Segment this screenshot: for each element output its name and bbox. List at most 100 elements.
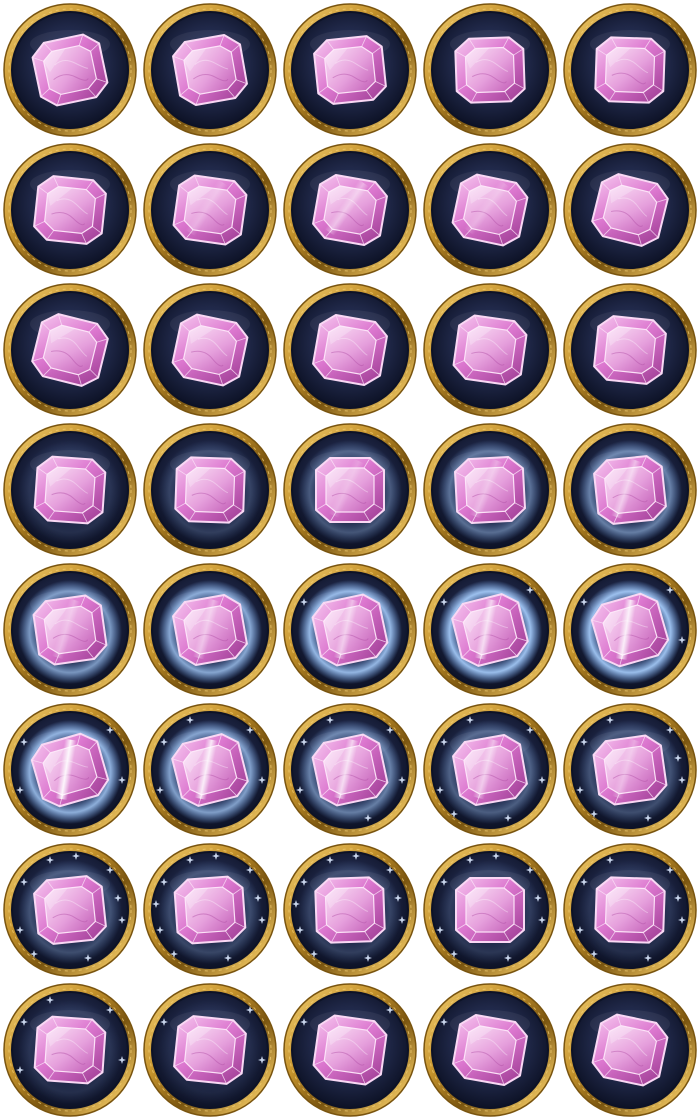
gem-badge-icon (3, 563, 137, 697)
gem-frame (0, 560, 140, 700)
gem-frame (420, 140, 560, 280)
gem-frame (0, 0, 140, 140)
gem-frame (0, 280, 140, 420)
gem-frame (420, 980, 560, 1120)
gem-frame (280, 980, 420, 1120)
gem-frame (560, 0, 700, 140)
gem-badge-icon (3, 843, 137, 977)
gem-frame (140, 980, 280, 1120)
gem-frame (560, 980, 700, 1120)
gem-badge-icon (143, 563, 277, 697)
pink-gem-icon (452, 734, 528, 806)
pink-gem-icon (454, 36, 526, 104)
gem-badge-icon (563, 563, 697, 697)
pink-gem-icon (453, 455, 527, 525)
pink-gem-icon (173, 1015, 247, 1085)
sprite-sheet (0, 0, 700, 1120)
gem-badge-icon (143, 283, 277, 417)
gem-badge-icon (3, 143, 137, 277)
gem-frame (140, 0, 280, 140)
gem-badge-icon (3, 703, 137, 837)
gem-badge-icon (283, 283, 417, 417)
gem-badge-icon (283, 983, 417, 1117)
gem-badge-icon (423, 983, 557, 1117)
gem-frame (0, 420, 140, 560)
pink-gem-icon (173, 875, 247, 945)
gem-badge-icon (143, 423, 277, 557)
gem-badge-icon (283, 143, 417, 277)
gem-frame (420, 420, 560, 560)
gem-frame (140, 280, 280, 420)
gem-badge-icon (3, 3, 137, 137)
gem-badge-icon (283, 3, 417, 137)
gem-frame (280, 0, 420, 140)
gem-frame (280, 840, 420, 980)
gem-frame (420, 0, 560, 140)
pink-gem-icon (594, 36, 666, 104)
gem-frame (560, 840, 700, 980)
gem-frame (560, 140, 700, 280)
gem-badge-icon (563, 143, 697, 277)
gem-badge-icon (3, 423, 137, 557)
gem-frame (0, 980, 140, 1120)
pink-gem-icon (33, 455, 107, 525)
gem-frame (420, 280, 560, 420)
pink-gem-icon (313, 35, 387, 105)
pink-gem-icon (33, 875, 107, 945)
gem-frame (0, 140, 140, 280)
pink-gem-icon (33, 175, 107, 245)
gem-badge-icon (423, 703, 557, 837)
pink-gem-icon (593, 455, 667, 525)
gem-frame (280, 420, 420, 560)
pink-gem-icon (452, 314, 528, 386)
gem-frame (560, 700, 700, 840)
gem-frame (280, 280, 420, 420)
pink-gem-icon (452, 1014, 528, 1086)
gem-frame (0, 840, 140, 980)
gem-badge-icon (423, 843, 557, 977)
gem-badge-icon (423, 423, 557, 557)
gem-frame (140, 700, 280, 840)
pink-gem-icon (312, 314, 388, 386)
gem-frame (420, 560, 560, 700)
gem-badge-icon (563, 283, 697, 417)
pink-gem-icon (455, 877, 525, 943)
pink-gem-icon (32, 594, 108, 666)
gem-badge-icon (143, 703, 277, 837)
gem-badge-icon (423, 143, 557, 277)
gem-frame (560, 280, 700, 420)
pink-gem-icon (174, 456, 246, 524)
gem-frame (280, 560, 420, 700)
gem-badge-icon (563, 983, 697, 1117)
gem-frame (140, 420, 280, 560)
pink-gem-icon (172, 174, 248, 246)
pink-gem-icon (312, 174, 388, 246)
gem-frame (140, 140, 280, 280)
gem-badge-icon (283, 423, 417, 557)
gem-badge-icon (283, 563, 417, 697)
gem-badge-icon (143, 143, 277, 277)
gem-frame (280, 700, 420, 840)
gem-badge-icon (283, 703, 417, 837)
gem-frame (560, 420, 700, 560)
pink-gem-icon (312, 1014, 388, 1086)
gem-frame (420, 840, 560, 980)
pink-gem-icon (593, 315, 667, 385)
gem-frame (0, 700, 140, 840)
gem-frame (420, 700, 560, 840)
gem-badge-icon (423, 3, 557, 137)
gem-badge-icon (143, 3, 277, 137)
gem-badge-icon (563, 423, 697, 557)
pink-gem-icon (594, 876, 666, 944)
pink-gem-icon (172, 34, 248, 106)
pink-gem-icon (315, 457, 385, 523)
gem-frame (280, 140, 420, 280)
gem-badge-icon (563, 3, 697, 137)
gem-frame (140, 840, 280, 980)
pink-gem-icon (33, 1015, 107, 1085)
pink-gem-icon (314, 876, 386, 944)
gem-frame (560, 560, 700, 700)
gem-badge-icon (283, 843, 417, 977)
gem-badge-icon (3, 983, 137, 1117)
gem-badge-icon (143, 983, 277, 1117)
